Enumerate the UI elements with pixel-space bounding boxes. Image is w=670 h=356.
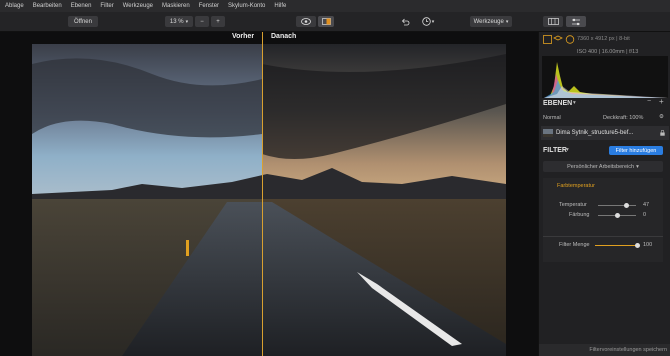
chevron-down-icon: ▾ [505, 18, 509, 25]
split-view-icon [321, 18, 331, 25]
filter-divider [543, 236, 663, 237]
zoom-out-button[interactable]: − [195, 16, 209, 27]
menu-skylum-konto[interactable]: Skylum-Konto [228, 3, 265, 9]
tint-knob[interactable] [615, 213, 620, 218]
filter-amount-slider[interactable] [595, 245, 637, 246]
temperature-knob[interactable] [624, 203, 629, 208]
layer-name: Dima Sytnik_structure5-bef... [556, 130, 634, 136]
temperature-value[interactable]: 47 [643, 202, 649, 208]
chevron-down-icon: ▾ [636, 163, 639, 170]
layer-thumbnail [543, 129, 553, 137]
filter-name[interactable]: Farbtemperatur [557, 183, 595, 189]
zoom-in-button[interactable]: + [211, 16, 225, 27]
clock-icon [422, 17, 431, 26]
toolbar: Öffnen 13 % ▾ − + ▾ Werkzeuge ▾ [0, 12, 670, 32]
adjustments-button[interactable] [566, 16, 586, 27]
open-button[interactable]: Öffnen [68, 16, 98, 27]
photo-preview [32, 44, 506, 356]
menu-werkzeuge[interactable]: Werkzeuge [123, 3, 153, 9]
temperature-slider[interactable] [598, 205, 636, 206]
exif-info: ISO 400 | 16.00mm | f/13 [577, 49, 639, 55]
image-size-info: 7360 x 4912 px | 8-bit [577, 36, 630, 42]
after-label: Danach [271, 33, 297, 40]
filter-title: FILTER [543, 147, 567, 154]
history-button[interactable]: ▾ [418, 16, 438, 27]
filter-amount-knob[interactable] [635, 243, 640, 248]
menu-fenster[interactable]: Fenster [199, 3, 219, 9]
histogram [542, 56, 668, 98]
landscape-photo [32, 44, 506, 356]
image-canvas[interactable]: Vorher Danach [0, 32, 538, 356]
right-panel: 7360 x 4912 px | 8-bit ISO 400 | 16.00mm… [538, 32, 670, 356]
compare-button[interactable] [318, 16, 334, 27]
menu-filter[interactable]: Filter [100, 3, 113, 9]
layout-toggle-button[interactable] [543, 16, 563, 27]
compare-divider[interactable] [262, 32, 263, 356]
info-icon [565, 35, 575, 44]
layers-title: EBENEN [543, 100, 573, 107]
tint-label: Färbung [569, 212, 590, 218]
before-label: Vorher [232, 33, 255, 40]
menu-bar: Ablage Bearbeiten Ebenen Filter Werkzeug… [0, 0, 670, 12]
temperature-label: Temperatur [559, 202, 587, 208]
add-filter-button[interactable]: Filter hinzufügen [609, 146, 663, 155]
image-icon [543, 35, 552, 44]
zoom-value: 13 % [169, 18, 184, 25]
tools-label: Werkzeuge [473, 18, 504, 25]
workspace-select[interactable]: Persönlicher Arbeitsbereich ▾ [543, 161, 663, 172]
sliders-icon [572, 18, 580, 25]
minimize-icon[interactable]: − [647, 98, 651, 105]
menu-bearbeiten[interactable]: Bearbeiten [33, 3, 62, 9]
menu-maskieren[interactable]: Maskieren [162, 3, 190, 9]
blend-mode-select[interactable]: Normal [543, 115, 561, 121]
lock-icon [660, 130, 665, 136]
undo-button[interactable] [398, 16, 412, 27]
filter-amount-value[interactable]: 100 [643, 242, 652, 248]
tint-value[interactable]: 0 [643, 212, 646, 218]
menu-ebenen[interactable]: Ebenen [71, 3, 92, 9]
chevron-down-icon[interactable]: ▾ [573, 100, 576, 106]
eye-icon [301, 18, 311, 25]
menu-ablage[interactable]: Ablage [5, 3, 24, 9]
zoom-select[interactable]: 13 % ▾ [165, 16, 193, 27]
menu-hilfe[interactable]: Hilfe [274, 3, 286, 9]
opacity-value[interactable]: Deckkraft: 100% [603, 115, 643, 121]
gear-icon[interactable]: ⚙ [659, 114, 664, 120]
layers-icon [553, 35, 563, 41]
chevron-down-icon: ▾ [431, 18, 435, 25]
preview-eye-button[interactable] [296, 16, 316, 27]
tools-dropdown[interactable]: Werkzeuge ▾ [470, 16, 512, 27]
filter-amount-label: Filter Menge [559, 242, 590, 248]
save-preset-button[interactable]: Filtervoreinstellungen speichern [539, 344, 670, 356]
layer-item[interactable]: Dima Sytnik_structure5-bef... [541, 126, 669, 140]
add-layer-icon[interactable]: + [659, 97, 664, 106]
filter-card: Farbtemperatur Temperatur 47 Färbung 0 F… [543, 178, 663, 262]
undo-icon [401, 18, 409, 25]
workspace-label: Persönlicher Arbeitsbereich [567, 163, 635, 170]
chevron-down-icon: ▾ [185, 18, 189, 25]
grid-layout-icon [547, 18, 559, 25]
chevron-down-icon[interactable]: ▾ [566, 147, 569, 153]
